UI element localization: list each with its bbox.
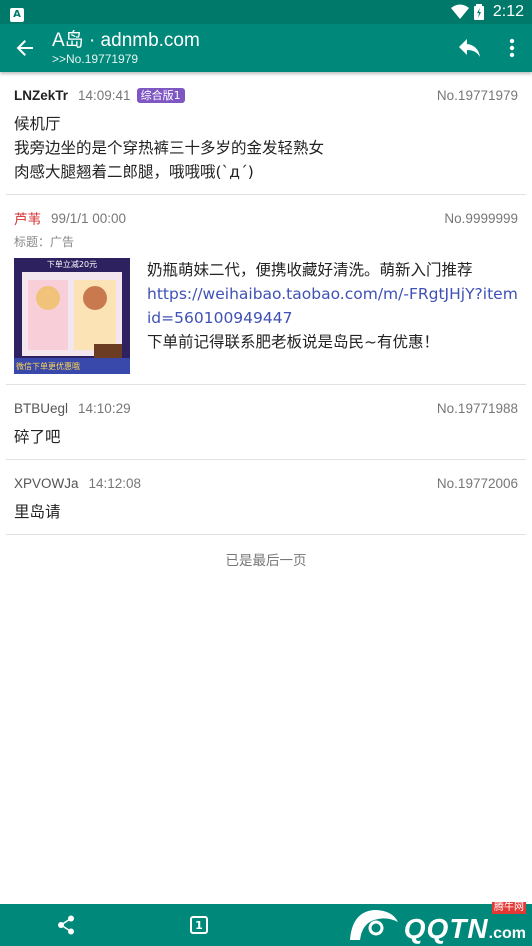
post-number[interactable]: No.9999999 [444, 211, 518, 226]
post-line: 碎了吧 [14, 428, 61, 446]
back-button[interactable] [0, 24, 50, 72]
thread-title: A岛 · adnmb.com [52, 30, 200, 51]
watermark-domain: .com [488, 925, 526, 942]
arrow-back-icon [16, 40, 33, 56]
forum-tag: 综合版1 [136, 87, 185, 103]
watermark-brand: QQTN [403, 913, 489, 944]
end-of-list-note: 已是最后一页 [225, 553, 307, 569]
post-body: 碎了吧 [14, 425, 518, 449]
post-title: 标题：广告 [14, 235, 75, 249]
post-time: 14:12:08 [88, 475, 142, 491]
ad-description: 奶瓶萌妹二代，便携收藏好清洗。萌新入门推荐 [147, 261, 473, 279]
post-uid[interactable]: 芦苇 [14, 208, 41, 228]
watermark-tagline: 腾牛网 [492, 902, 526, 914]
post-uid[interactable]: BTBUegl [14, 401, 68, 416]
post-number[interactable]: No.19772006 [437, 476, 518, 491]
ad-note: 下单前记得联系肥老板说是岛民~有优惠！ [147, 333, 439, 351]
post-time: 14:10:29 [78, 400, 131, 416]
clock: 2:12 [492, 3, 524, 20]
page-jump-button[interactable]: 1 [132, 904, 266, 946]
thread-subtitle: >>No.19771979 [52, 52, 139, 66]
post-line: 候机厅 [14, 115, 61, 133]
post-uid[interactable]: LNZekTr [14, 88, 68, 103]
post-line: 里岛请 [14, 503, 61, 521]
reply-button[interactable] [448, 24, 492, 72]
app-bar: A岛 · adnmb.com >>No.19771979 [0, 24, 532, 72]
ad-image-bottom-text: 微信下单更优惠哦 [16, 362, 80, 371]
site-watermark: 腾牛网 QQTN .com [346, 900, 526, 944]
post-body: 里岛请 [14, 500, 518, 524]
share-button[interactable] [0, 904, 132, 946]
ad-image-art [14, 258, 130, 374]
post[interactable]: LNZekTr 14:09:41 综合版1 No.19771979 候机厅 我旁… [6, 72, 526, 195]
battery-icon [473, 4, 484, 20]
more-options-button[interactable] [492, 24, 532, 72]
share-icon [58, 915, 74, 935]
reply-icon [459, 39, 480, 57]
post-time: 14:09:41 [78, 87, 131, 103]
post-body: 候机厅 我旁边坐的是个穿热裤三十多岁的金发轻熟女 肉感大腿翘着二郎腿，哦哦哦(`… [14, 112, 518, 184]
notification-icon: A [10, 7, 24, 22]
status-bar: A 2:12 [0, 0, 532, 24]
post[interactable]: XPVOWJa 14:12:08 No.19772006 里岛请 [6, 460, 526, 535]
ad-link[interactable]: https://weihaibao.taobao.com/m/-FRgtJHjY… [147, 282, 518, 330]
page-badge-icon: 1 [190, 916, 208, 934]
post-time: 99/1/1 00:00 [51, 210, 127, 226]
thread-content[interactable]: LNZekTr 14:09:41 综合版1 No.19771979 候机厅 我旁… [0, 72, 532, 904]
ad-post[interactable]: 芦苇 99/1/1 00:00 No.9999999 标题：广告 下单立减20元… [6, 195, 526, 385]
post-number[interactable]: No.19771988 [437, 401, 518, 416]
ad-image[interactable]: 下单立减20元 微信下单更优惠哦 [14, 258, 130, 374]
ad-image-top-text: 下单立减20元 [46, 260, 98, 269]
post-uid[interactable]: XPVOWJa [14, 476, 79, 491]
bottom-bar: 1 腾牛网 QQTN .com [0, 902, 532, 946]
post[interactable]: BTBUegl 14:10:29 No.19771988 碎了吧 [6, 385, 526, 460]
page-badge-number: 1 [195, 918, 203, 932]
post-line: 肉感大腿翘着二郎腿，哦哦哦(`д´) [14, 163, 254, 181]
wifi-icon [450, 4, 469, 19]
watermark-logo-icon [349, 910, 398, 940]
more-vert-icon [509, 38, 515, 58]
post-number[interactable]: No.19771979 [437, 88, 518, 103]
post-line: 我旁边坐的是个穿热裤三十多岁的金发轻熟女 [14, 139, 325, 157]
